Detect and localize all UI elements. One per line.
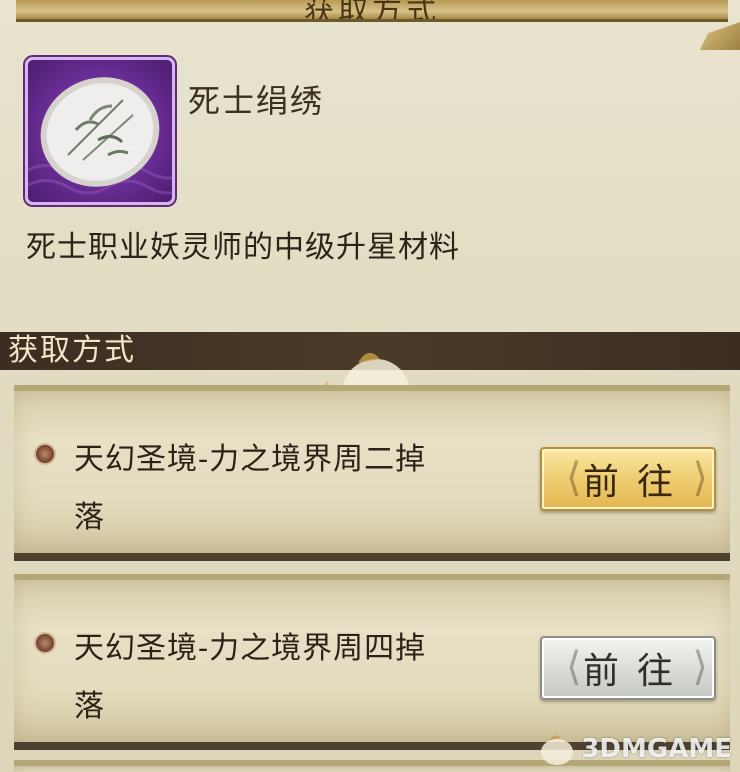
source-text: 天幻圣境-力之境界周二掉落: [74, 442, 427, 535]
watermark-logo-icon: [541, 735, 574, 765]
wheat-icon: ⟩: [692, 644, 708, 690]
section-label: 获取方式: [8, 333, 136, 368]
item-description: 死士职业妖灵师的中级升星材料: [26, 230, 460, 265]
bullet-icon: [34, 443, 56, 465]
item-icon: [25, 57, 175, 205]
bullet-icon: [34, 632, 56, 654]
go-button-disabled[interactable]: ⟨ 前往 ⟩: [540, 636, 716, 700]
panel-title: 获取方式: [304, 0, 440, 22]
wheat-icon: ⟩: [692, 455, 708, 501]
corner-ribbon: [700, 22, 740, 50]
item-name: 死士绢绣: [188, 82, 325, 120]
go-button[interactable]: ⟨ 前往 ⟩: [540, 447, 716, 511]
embroidery-disc-icon: [28, 77, 172, 195]
item-source-panel: 获取方式 死士绢绣 死士职业妖灵师的中级升星材料 获取方式 天幻圣境-力之境界周…: [0, 0, 740, 772]
go-button-label: 前往: [582, 462, 691, 503]
watermark: 3DMGAME: [537, 730, 732, 768]
source-row: 天幻圣境-力之境界周二掉落 ⟨ 前往 ⟩: [14, 385, 730, 561]
source-row: 天幻圣境-力之境界周四掉落 ⟨ 前往 ⟩: [14, 574, 730, 750]
watermark-text: 3DMGAME: [581, 734, 732, 764]
go-button-label: 前往: [582, 651, 691, 692]
panel-title-bar: 获取方式: [16, 0, 728, 22]
source-text: 天幻圣境-力之境界周四掉落: [74, 631, 427, 724]
